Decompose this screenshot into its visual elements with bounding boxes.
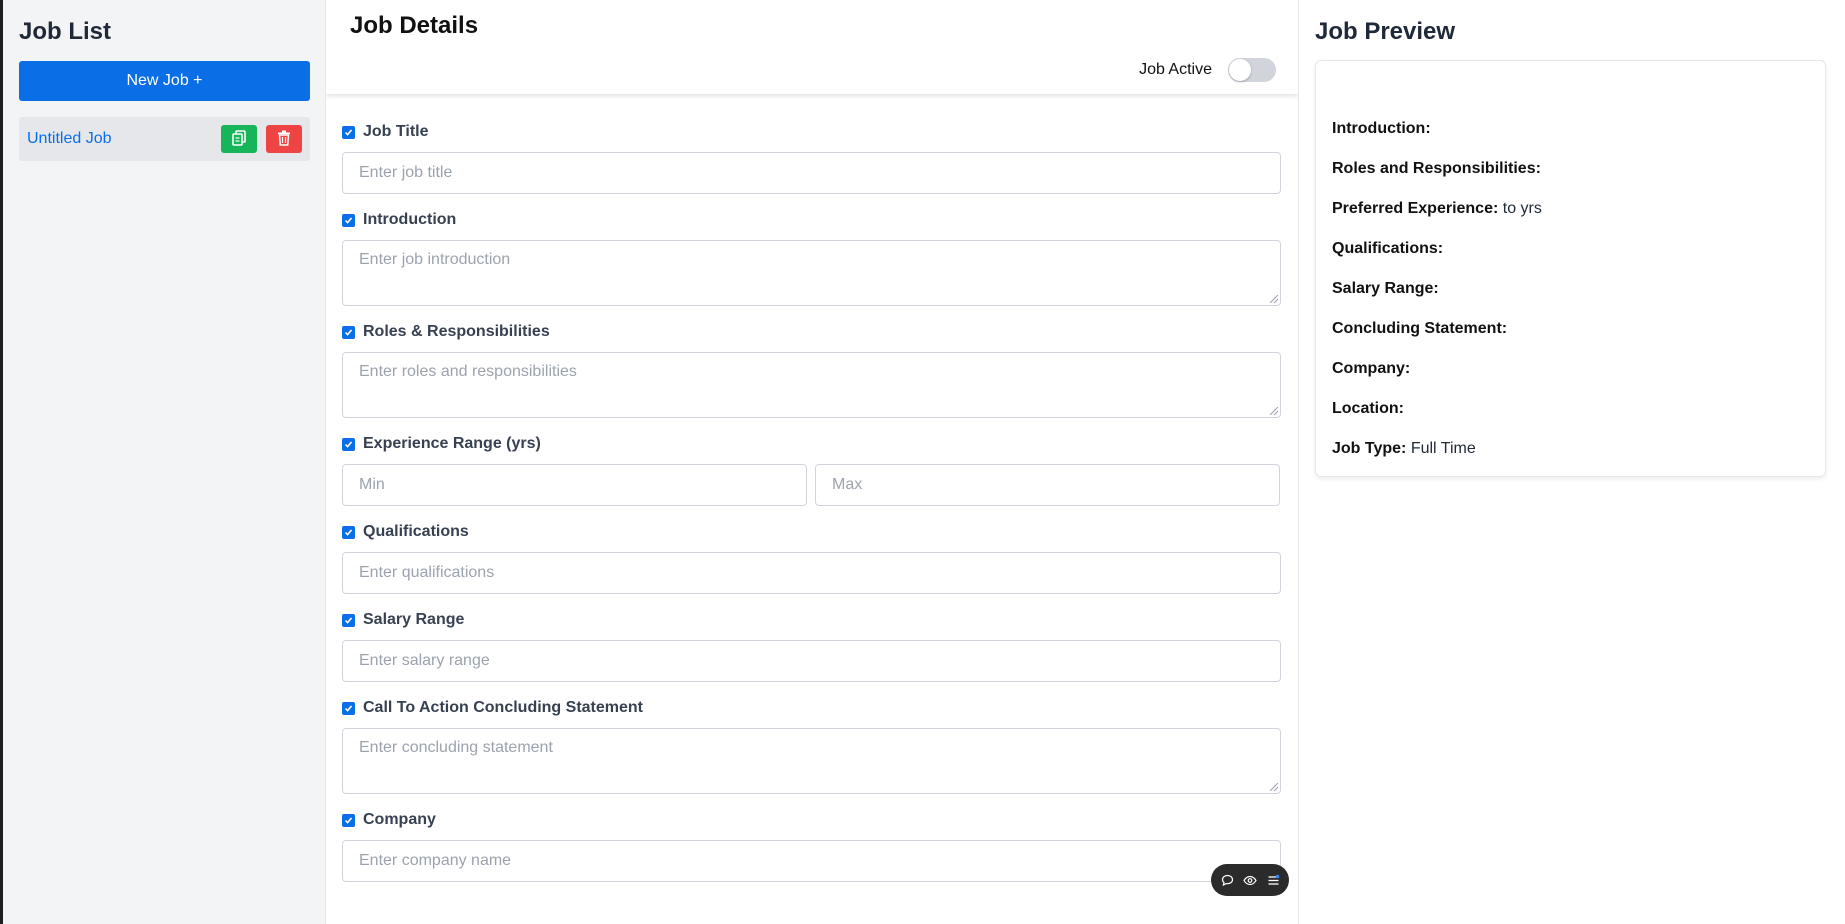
preview-location: Location: <box>1332 399 1809 419</box>
concluding-checkbox[interactable] <box>342 701 355 715</box>
resize-handle-icon[interactable] <box>1270 295 1278 303</box>
field-salary: Salary Range Enter salary range <box>342 610 1283 682</box>
job-title-checkbox[interactable] <box>342 125 355 139</box>
job-form: Job Title Enter job title Introduction E… <box>326 94 1298 882</box>
concluding-placeholder: Enter concluding statement <box>359 739 553 756</box>
introduction-checkbox[interactable] <box>342 213 355 227</box>
preview-job-title <box>1332 77 1809 119</box>
company-label: Company <box>363 811 436 828</box>
salary-checkbox[interactable] <box>342 613 355 627</box>
job-list-sidebar: Job List New Job + Untitled Job <box>3 0 326 924</box>
preview-experience: Preferred Experience: to yrs <box>1332 199 1809 219</box>
qualifications-checkbox[interactable] <box>342 525 355 539</box>
job-active-label: Job Active <box>1139 61 1212 78</box>
toggle-knob <box>1229 59 1251 81</box>
concluding-textarea[interactable]: Enter concluding statement <box>342 728 1281 794</box>
job-item-actions <box>221 125 302 153</box>
roles-textarea[interactable]: Enter roles and responsibilities <box>342 352 1281 418</box>
roles-placeholder: Enter roles and responsibilities <box>359 363 577 380</box>
preview-location-label: Location: <box>1332 400 1404 417</box>
preview-company: Company: <box>1332 359 1809 379</box>
field-concluding: Call To Action Concluding Statement Ente… <box>342 698 1283 794</box>
preview-roles-label: Roles and Responsibilities: <box>1332 160 1541 177</box>
job-title-input[interactable]: Enter job title <box>342 152 1281 194</box>
preview-qualifications-label: Qualifications: <box>1332 240 1444 257</box>
delete-job-button[interactable] <box>266 125 302 153</box>
preview-qualifications: Qualifications: <box>1332 239 1809 259</box>
field-experience: Experience Range (yrs) Min Max <box>342 434 1283 506</box>
job-name-link[interactable]: Untitled Job <box>27 130 112 148</box>
preview-introduction-label: Introduction: <box>1332 120 1431 137</box>
eye-icon[interactable] <box>1243 873 1257 887</box>
floating-toolbar <box>1211 864 1289 896</box>
introduction-textarea[interactable]: Enter job introduction <box>342 240 1281 306</box>
roles-label: Roles & Responsibilities <box>363 323 550 340</box>
preview-concluding: Concluding Statement: <box>1332 319 1809 339</box>
new-job-button[interactable]: New Job + <box>19 61 310 101</box>
trash-icon <box>277 130 291 149</box>
preview-salary-label: Salary Range: <box>1332 280 1439 297</box>
preview-title: Job Preview <box>1315 18 1456 45</box>
preview-job-type: Job Type: Full Time <box>1332 439 1809 459</box>
experience-min-input[interactable]: Min <box>342 464 807 506</box>
experience-label: Experience Range (yrs) <box>363 435 541 452</box>
field-roles: Roles & Responsibilities Enter roles and… <box>342 322 1283 418</box>
preview-job-type-label: Job Type: <box>1332 440 1407 457</box>
job-editor-app: Job List New Job + Untitled Job Job Deta… <box>3 0 1845 924</box>
field-job-title: Job Title Enter job title <box>342 122 1283 194</box>
job-preview-panel: Job Preview Introduction: Roles and Resp… <box>1299 0 1845 924</box>
concluding-label: Call To Action Concluding Statement <box>363 699 643 716</box>
preview-card: Introduction: Roles and Responsibilities… <box>1315 60 1826 477</box>
copy-icon <box>232 129 246 149</box>
details-title: Job Details <box>350 12 479 39</box>
preview-company-label: Company: <box>1332 360 1411 377</box>
menu-icon[interactable] <box>1266 873 1280 887</box>
company-input[interactable]: Enter company name <box>342 840 1281 882</box>
job-details-panel: Job Details Job Active Job Title Enter j… <box>326 0 1299 924</box>
salary-input[interactable]: Enter salary range <box>342 640 1281 682</box>
salary-label: Salary Range <box>363 611 465 628</box>
qualifications-label: Qualifications <box>363 523 469 540</box>
resize-handle-icon[interactable] <box>1270 407 1278 415</box>
details-header: Job Details Job Active <box>326 0 1298 94</box>
introduction-label: Introduction <box>363 211 457 228</box>
preview-experience-label: Preferred Experience: <box>1332 200 1499 217</box>
company-checkbox[interactable] <box>342 813 355 827</box>
chat-icon[interactable] <box>1220 873 1234 887</box>
roles-checkbox[interactable] <box>342 325 355 339</box>
job-active-toggle[interactable] <box>1228 58 1276 82</box>
preview-concluding-label: Concluding Statement: <box>1332 320 1508 337</box>
job-active-control: Job Active <box>1139 58 1276 82</box>
job-list-item[interactable]: Untitled Job <box>19 117 310 161</box>
preview-salary: Salary Range: <box>1332 279 1809 299</box>
experience-range: Min Max <box>342 464 1283 506</box>
preview-job-type-value: Full Time <box>1410 440 1476 457</box>
preview-roles: Roles and Responsibilities: <box>1332 159 1809 179</box>
resize-handle-icon[interactable] <box>1270 783 1278 791</box>
experience-checkbox[interactable] <box>342 437 355 451</box>
field-qualifications: Qualifications Enter qualifications <box>342 522 1283 594</box>
sidebar-title: Job List <box>19 18 112 45</box>
introduction-placeholder: Enter job introduction <box>359 251 511 268</box>
preview-experience-value: to yrs <box>1502 200 1542 217</box>
preview-introduction: Introduction: <box>1332 119 1809 139</box>
field-company: Company Enter company name <box>342 810 1283 882</box>
job-title-label: Job Title <box>363 123 429 140</box>
qualifications-input[interactable]: Enter qualifications <box>342 552 1281 594</box>
experience-max-input[interactable]: Max <box>815 464 1280 506</box>
field-introduction: Introduction Enter job introduction <box>342 210 1283 306</box>
duplicate-job-button[interactable] <box>221 125 257 153</box>
